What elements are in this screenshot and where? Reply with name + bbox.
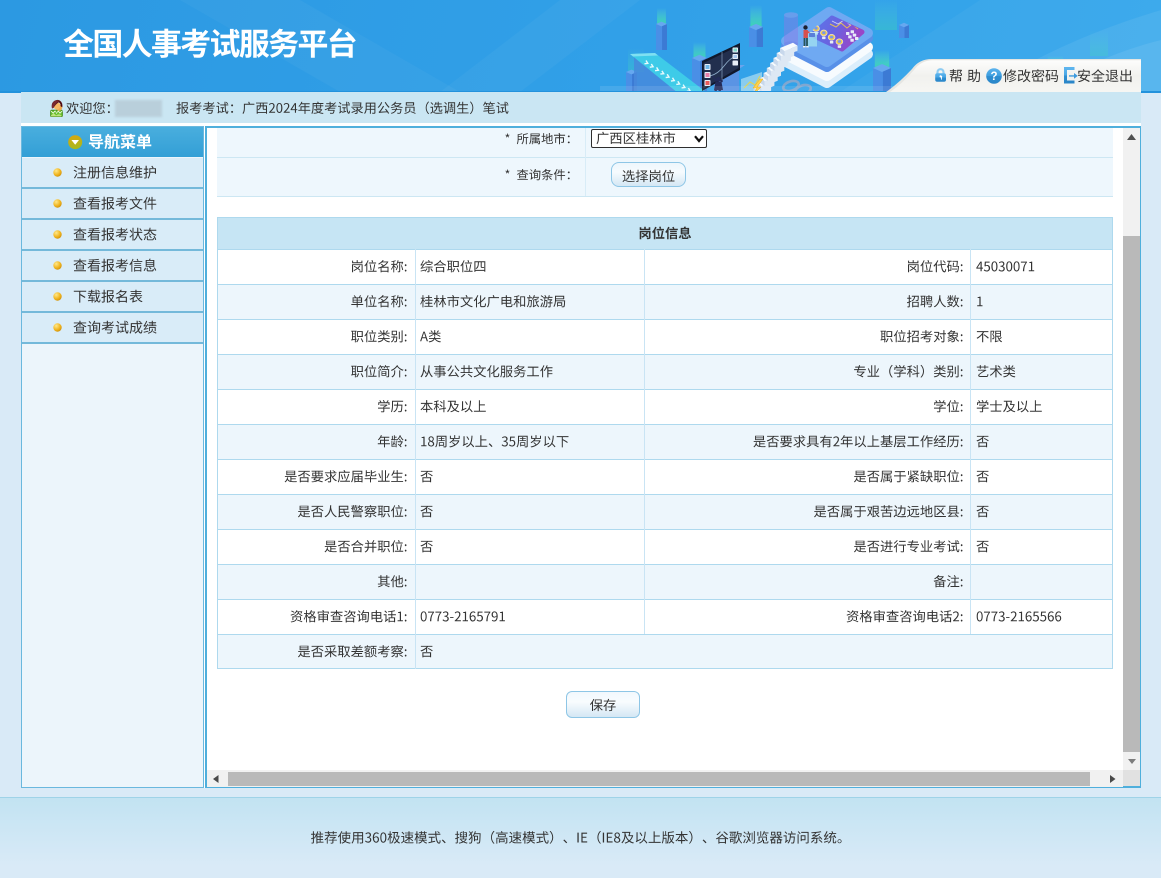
svg-text:?: ? [990,71,997,83]
